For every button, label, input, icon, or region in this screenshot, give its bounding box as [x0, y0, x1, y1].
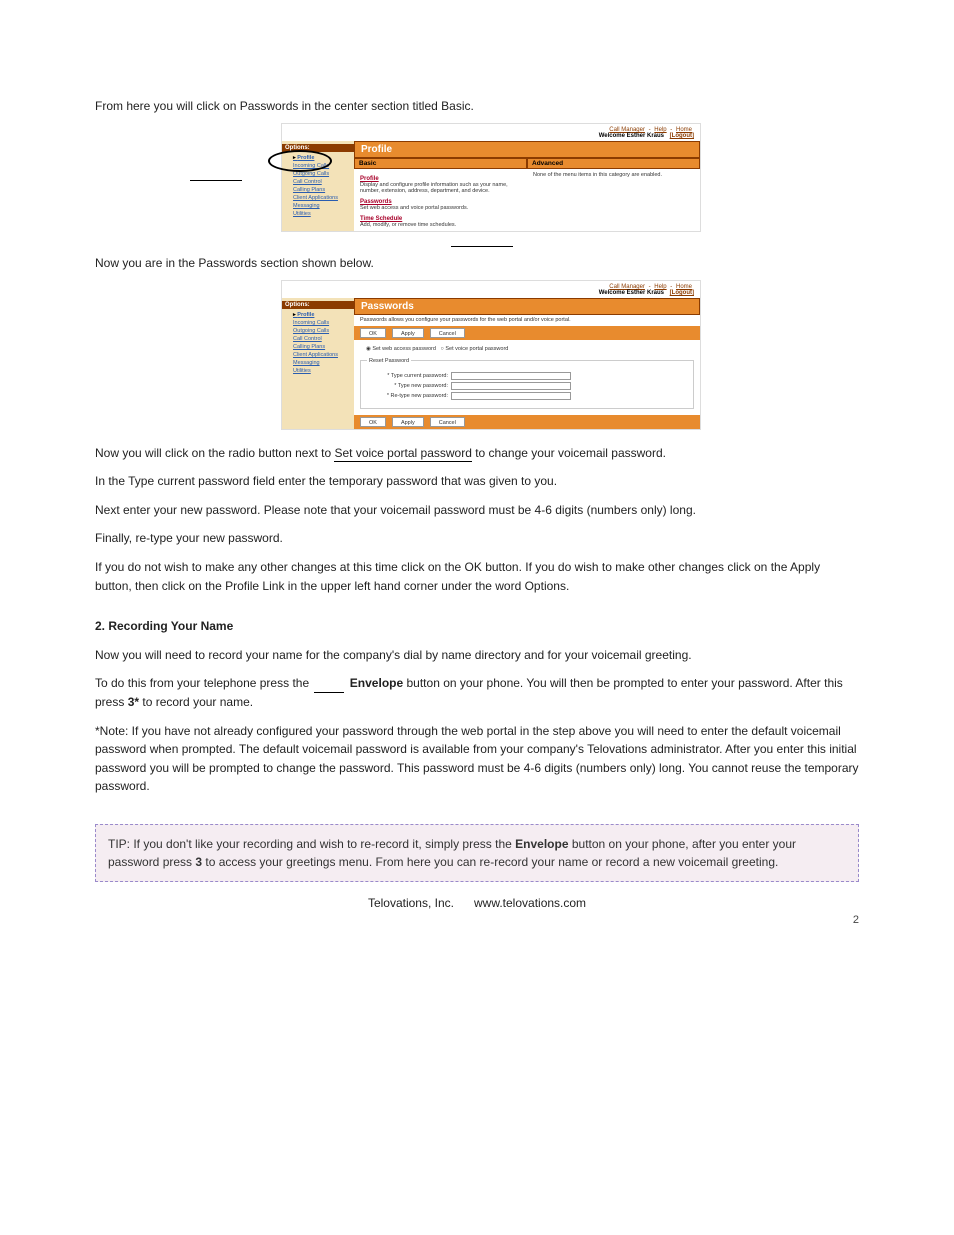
tip-envelope: Envelope	[515, 837, 568, 851]
welcome-prefix-2: Welcome	[599, 290, 625, 296]
s2-b1: To do this from your telephone press the	[95, 676, 312, 690]
welcome-line: Welcome Esther Kraus [Logout]	[282, 133, 700, 141]
page-number: 2	[95, 914, 859, 926]
step-intro: Now you will click on the radio button n…	[95, 444, 859, 463]
sidebar-item-calling-plans-2[interactable]: Calling Plans	[285, 343, 351, 351]
page-title-profile: Profile	[354, 141, 700, 158]
intro-text: From here you will click on Passwords in…	[95, 98, 859, 115]
buttons-row-top: OK Apply Cancel	[354, 326, 700, 340]
welcome-user-2: Esther Kraus	[627, 290, 664, 296]
radio-web-label: Set web access password	[372, 346, 436, 352]
footer-url[interactable]: www.telovations.com	[474, 896, 586, 910]
passwords-subtitle: Passwords allows you configure your pass…	[354, 315, 700, 326]
welcome-user: Esther Kraus	[627, 133, 664, 139]
sidebar-item-utilities[interactable]: Utilities	[285, 210, 351, 218]
radio-voice-label: Set voice portal password	[445, 346, 508, 352]
cancel-button-top[interactable]: Cancel	[430, 328, 465, 338]
link-home[interactable]: Home	[676, 127, 692, 133]
desc-advanced-empty: None of the menu items in this category …	[533, 172, 694, 179]
input-current-password[interactable]	[451, 372, 571, 380]
sidebar: Options: Profile Incoming Calls Outgoing…	[282, 141, 354, 231]
step-4: If you do not wish to make any other cha…	[95, 558, 859, 595]
decorative-underline-top	[190, 180, 242, 181]
sidebar-item-utilities-2[interactable]: Utilities	[285, 367, 351, 375]
sidebar-item-incoming-calls-2[interactable]: Incoming Calls	[285, 319, 351, 327]
tip-a: TIP: If you don't like your recording an…	[108, 837, 515, 851]
step-intro-a: Now you will click on the radio button n…	[95, 446, 334, 460]
section-2-p1: Now you will need to record your name fo…	[95, 646, 859, 665]
col-basic-head: Basic	[354, 158, 527, 169]
sidebar-item-client-applications-2[interactable]: Client Applications	[285, 351, 351, 359]
top-links: Call Manager - Help - Home	[282, 124, 700, 133]
step-intro-emph: Set voice portal password	[334, 446, 471, 462]
label-new-password: * Type new password:	[367, 383, 451, 389]
top-links-2: Call Manager - Help - Home	[282, 281, 700, 290]
page-title-passwords: Passwords	[354, 298, 700, 315]
col-basic: Profile Display and configure profile in…	[354, 169, 527, 231]
tip-box: TIP: If you don't like your recording an…	[95, 824, 859, 882]
screenshot-passwords: Call Manager - Help - Home Welcome Esthe…	[281, 280, 701, 430]
radio-row: ◉ Set web access password ○ Set voice po…	[354, 340, 700, 352]
footer-company: Telovations, Inc.	[368, 896, 454, 910]
desc-profile: Display and configure profile informatio…	[360, 182, 521, 195]
col-advanced: None of the menu items in this category …	[527, 169, 700, 231]
mid-text: Now you are in the Passwords section sho…	[95, 255, 859, 272]
s2-b3: to record your name.	[142, 695, 253, 709]
logout-link[interactable]: [Logout]	[670, 133, 694, 139]
radio-voice[interactable]: ○ Set voice portal password	[441, 346, 509, 352]
input-new-password[interactable]	[451, 382, 571, 390]
sidebar-item-client-applications[interactable]: Client Applications	[285, 194, 351, 202]
logout-link-2[interactable]: [Logout]	[670, 290, 694, 296]
step-3: Finally, re-type your new password.	[95, 529, 859, 548]
s2-envelope: Envelope	[350, 676, 403, 690]
sidebar-item-messaging-2[interactable]: Messaging	[285, 359, 351, 367]
s2-3star: 3*	[128, 695, 139, 709]
tip-3: 3	[195, 855, 202, 869]
footer: Telovations, Inc. www.telovations.com	[95, 896, 859, 910]
sidebar-item-messaging[interactable]: Messaging	[285, 202, 351, 210]
step-intro-b: to change your voicemail password.	[475, 446, 666, 460]
fieldset-legend: Reset Password	[367, 358, 411, 364]
decorative-underline-mid	[451, 246, 513, 247]
cancel-button-bottom[interactable]: Cancel	[430, 417, 465, 427]
label-retype-password: * Re-type new password:	[367, 393, 451, 399]
sidebar-2: Options: Profile Incoming Calls Outgoing…	[282, 298, 354, 429]
instruction-body: Now you will click on the radio button n…	[95, 444, 859, 796]
apply-button-top[interactable]: Apply	[392, 328, 424, 338]
desc-time-schedule: Add, modify, or remove time schedules.	[360, 222, 521, 229]
label-current-password: * Type current password:	[367, 373, 451, 379]
sidebar-item-outgoing-calls-2[interactable]: Outgoing Calls	[285, 327, 351, 335]
welcome-line-2: Welcome Esther Kraus [Logout]	[282, 290, 700, 298]
sidebar-item-calling-plans[interactable]: Calling Plans	[285, 186, 351, 194]
reset-password-fieldset: Reset Password * Type current password: …	[360, 358, 694, 409]
apply-button-bottom[interactable]: Apply	[392, 417, 424, 427]
sidebar-item-profile-2[interactable]: Profile	[285, 311, 351, 319]
step-1: In the Type current password field enter…	[95, 472, 859, 491]
radio-web[interactable]: ◉ Set web access password	[366, 346, 436, 352]
sidebar-item-call-control[interactable]: Call Control	[285, 178, 351, 186]
sidebar-title-2: Options:	[282, 301, 354, 309]
sidebar-item-outgoing-calls[interactable]: Outgoing Calls	[285, 170, 351, 178]
welcome-prefix: Welcome	[599, 133, 625, 139]
col-advanced-head: Advanced	[527, 158, 700, 169]
sidebar-item-incoming-calls[interactable]: Incoming Calls	[285, 162, 351, 170]
sidebar-item-call-control-2[interactable]: Call Control	[285, 335, 351, 343]
profile-main: Profile Basic Advanced Profile Display a…	[354, 141, 700, 231]
section-2-note: *Note: If you have not already configure…	[95, 722, 859, 796]
passwords-main: Passwords Passwords allows you configure…	[354, 298, 700, 429]
tip-c: to access your greetings menu. From here…	[205, 855, 778, 869]
step-2: Next enter your new password. Please not…	[95, 501, 859, 520]
section-2-heading: 2. Recording Your Name	[95, 619, 233, 633]
ok-button-bottom[interactable]: OK	[360, 417, 386, 427]
input-retype-password[interactable]	[451, 392, 571, 400]
sidebar-item-profile[interactable]: Profile	[285, 154, 351, 162]
envelope-underline-icon	[314, 692, 344, 693]
desc-passwords: Set web access and voice portal password…	[360, 205, 521, 212]
screenshot-profile: Call Manager - Help - Home Welcome Esthe…	[281, 123, 701, 232]
section-2-p2: To do this from your telephone press the…	[95, 674, 859, 711]
ok-button-top[interactable]: OK	[360, 328, 386, 338]
sidebar-title: Options:	[282, 144, 354, 152]
buttons-row-bottom: OK Apply Cancel	[354, 415, 700, 429]
